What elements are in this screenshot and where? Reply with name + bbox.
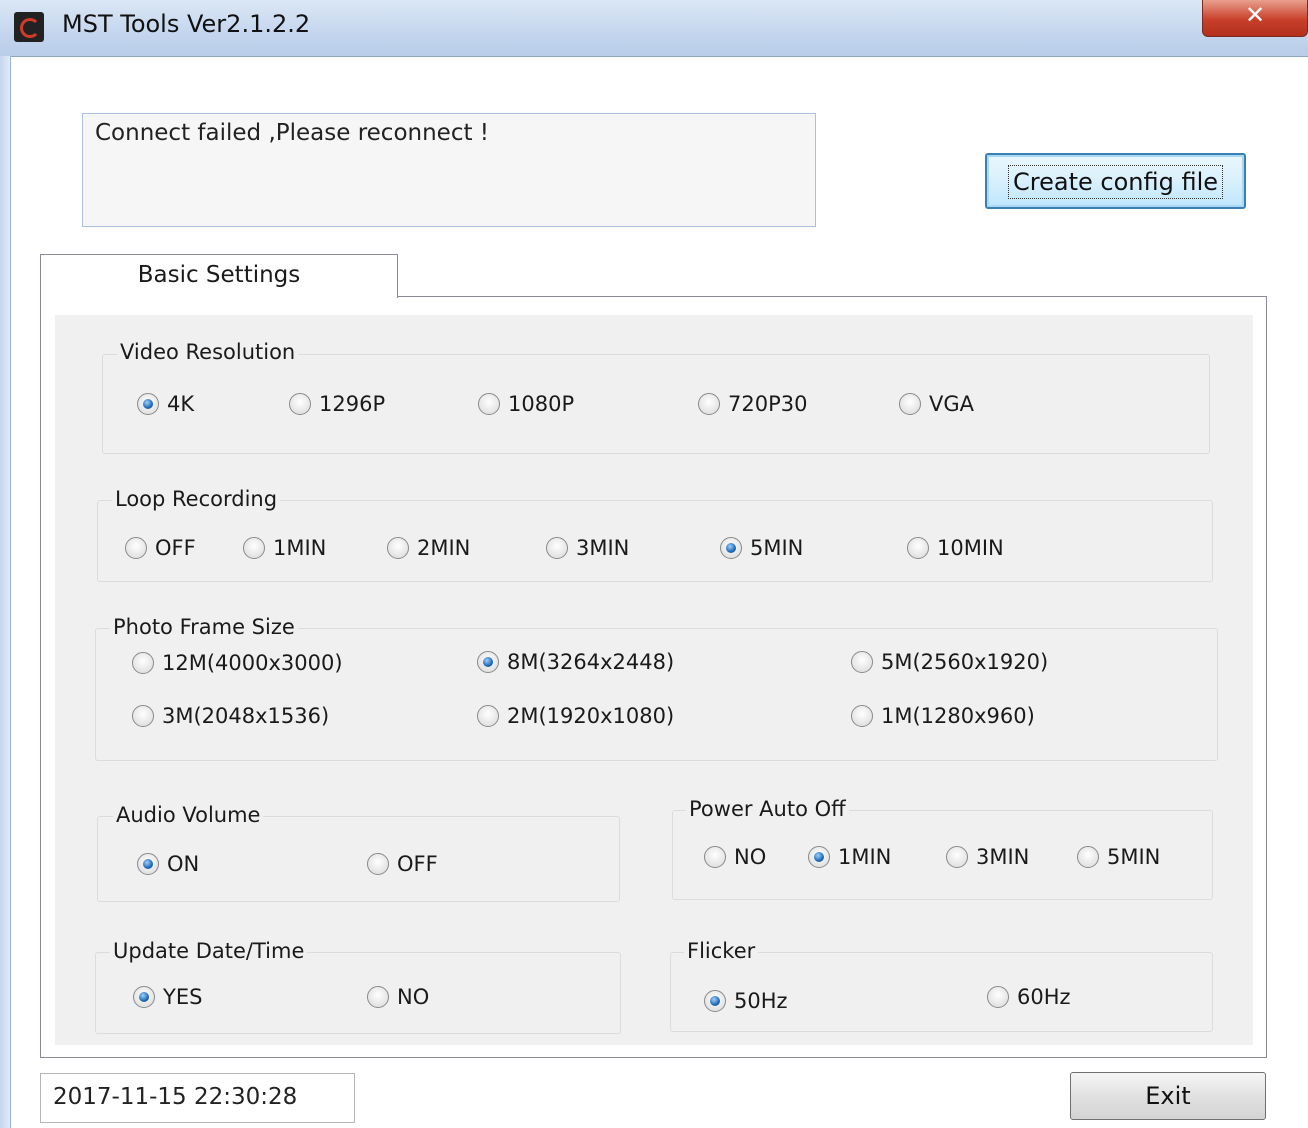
video-resolution-group bbox=[102, 354, 1210, 454]
radio-loop-3min[interactable]: 3MIN bbox=[546, 536, 629, 560]
radio-unchecked-icon bbox=[125, 537, 147, 559]
radio-flicker-60hz[interactable]: 60Hz bbox=[987, 985, 1071, 1009]
radio-photo-12m[interactable]: 12M(4000x3000) bbox=[132, 651, 343, 675]
radio-photo-2m[interactable]: 2M(1920x1080) bbox=[477, 704, 674, 728]
radio-unchecked-icon bbox=[987, 986, 1009, 1008]
update-datetime-title: Update Date/Time bbox=[110, 939, 308, 963]
tab-basic-settings[interactable]: Basic Settings bbox=[40, 254, 398, 298]
create-config-label: Create config file bbox=[1008, 165, 1223, 199]
radio-flicker-50hz[interactable]: 50Hz bbox=[704, 989, 788, 1013]
radio-unchecked-icon bbox=[387, 537, 409, 559]
radio-unchecked-icon bbox=[851, 705, 873, 727]
datetime-display: 2017-11-15 22:30:28 bbox=[40, 1073, 355, 1123]
radio-unchecked-icon bbox=[289, 393, 311, 415]
radio-unchecked-icon bbox=[698, 393, 720, 415]
radio-checked-icon bbox=[133, 986, 155, 1008]
radio-loop-2min[interactable]: 2MIN bbox=[387, 536, 470, 560]
radio-loop-1min[interactable]: 1MIN bbox=[243, 536, 326, 560]
radio-update-no[interactable]: NO bbox=[367, 985, 429, 1009]
radio-audio-on[interactable]: ON bbox=[137, 852, 199, 876]
radio-checked-icon bbox=[808, 846, 830, 868]
photo-frame-size-title: Photo Frame Size bbox=[110, 615, 298, 639]
radio-checked-icon bbox=[704, 990, 726, 1012]
radio-video-vga[interactable]: VGA bbox=[899, 392, 974, 416]
video-resolution-title: Video Resolution bbox=[117, 340, 299, 364]
radio-loop-off[interactable]: OFF bbox=[125, 536, 196, 560]
radio-checked-icon bbox=[137, 393, 159, 415]
radio-checked-icon bbox=[137, 853, 159, 875]
exit-button[interactable]: Exit bbox=[1070, 1072, 1266, 1120]
radio-video-720p30[interactable]: 720P30 bbox=[698, 392, 807, 416]
radio-photo-3m[interactable]: 3M(2048x1536) bbox=[132, 704, 329, 728]
radio-checked-icon bbox=[720, 537, 742, 559]
radio-power-5min[interactable]: 5MIN bbox=[1077, 845, 1160, 869]
radio-audio-off[interactable]: OFF bbox=[367, 852, 438, 876]
radio-checked-icon bbox=[477, 651, 499, 673]
radio-photo-1m[interactable]: 1M(1280x960) bbox=[851, 704, 1035, 728]
title-bar[interactable]: MST Tools Ver2.1.2.2 ✕ bbox=[0, 0, 1308, 57]
window-title: MST Tools Ver2.1.2.2 bbox=[62, 10, 311, 38]
radio-power-1min[interactable]: 1MIN bbox=[808, 845, 891, 869]
photo-frame-size-group bbox=[95, 628, 1218, 761]
radio-unchecked-icon bbox=[946, 846, 968, 868]
create-config-button[interactable]: Create config file bbox=[985, 153, 1246, 209]
radio-loop-5min[interactable]: 5MIN bbox=[720, 536, 803, 560]
app-window: MST Tools Ver2.1.2.2 ✕ Connect failed ,P… bbox=[0, 0, 1308, 1128]
app-logo-icon bbox=[14, 12, 44, 42]
radio-power-3min[interactable]: 3MIN bbox=[946, 845, 1029, 869]
radio-video-4k[interactable]: 4K bbox=[137, 392, 194, 416]
radio-update-yes[interactable]: YES bbox=[133, 985, 202, 1009]
radio-unchecked-icon bbox=[367, 986, 389, 1008]
status-message-box: Connect failed ,Please reconnect ! bbox=[82, 113, 816, 227]
radio-unchecked-icon bbox=[477, 705, 499, 727]
radio-unchecked-icon bbox=[132, 652, 154, 674]
close-button[interactable]: ✕ bbox=[1202, 0, 1308, 37]
radio-unchecked-icon bbox=[367, 853, 389, 875]
radio-unchecked-icon bbox=[478, 393, 500, 415]
flicker-title: Flicker bbox=[684, 939, 759, 963]
radio-power-no[interactable]: NO bbox=[704, 845, 766, 869]
radio-unchecked-icon bbox=[907, 537, 929, 559]
audio-volume-title: Audio Volume bbox=[113, 803, 264, 827]
radio-video-1080p[interactable]: 1080P bbox=[478, 392, 574, 416]
power-auto-off-title: Power Auto Off bbox=[686, 797, 849, 821]
radio-loop-10min[interactable]: 10MIN bbox=[907, 536, 1004, 560]
radio-unchecked-icon bbox=[243, 537, 265, 559]
radio-unchecked-icon bbox=[899, 393, 921, 415]
radio-unchecked-icon bbox=[1077, 846, 1099, 868]
radio-unchecked-icon bbox=[132, 705, 154, 727]
radio-video-1296p[interactable]: 1296P bbox=[289, 392, 385, 416]
radio-unchecked-icon bbox=[704, 846, 726, 868]
radio-photo-8m[interactable]: 8M(3264x2448) bbox=[477, 650, 674, 674]
status-message: Connect failed ,Please reconnect ! bbox=[95, 120, 490, 146]
radio-unchecked-icon bbox=[546, 537, 568, 559]
radio-photo-5m[interactable]: 5M(2560x1920) bbox=[851, 650, 1048, 674]
radio-unchecked-icon bbox=[851, 651, 873, 673]
window-frame bbox=[0, 56, 11, 1128]
loop-recording-title: Loop Recording bbox=[112, 487, 281, 511]
